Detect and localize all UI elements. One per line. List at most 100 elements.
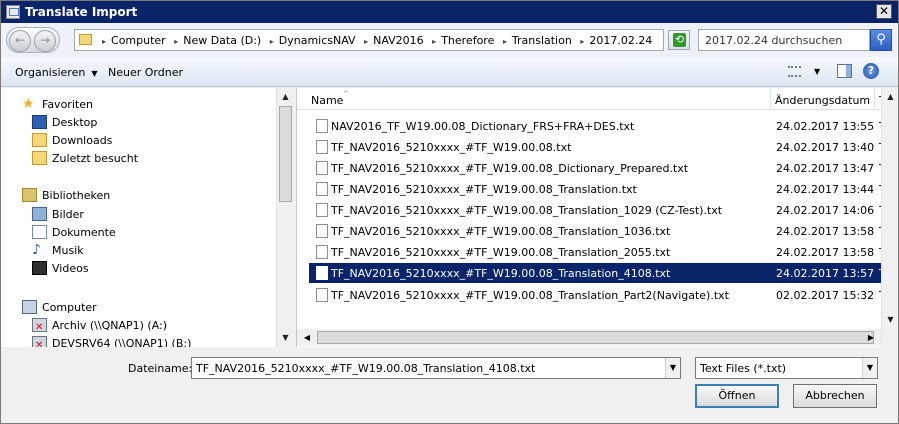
chevron-down-icon[interactable]: ▼ xyxy=(862,358,877,378)
nav-scrollbar[interactable]: ▲ ▼ xyxy=(276,88,293,347)
file-list-vscrollbar[interactable]: ▲ ▼ xyxy=(881,88,898,347)
nav-computer[interactable]: Computer xyxy=(1,299,276,317)
file-name: TF_NAV2016_5210xxxx_#TF_W19.00.08_Transl… xyxy=(331,289,729,302)
help-icon[interactable]: ? xyxy=(863,63,879,79)
column-divider[interactable] xyxy=(770,88,771,110)
close-button[interactable]: ✕ xyxy=(876,4,892,19)
nav-label: Favoriten xyxy=(42,98,93,111)
text-file-icon xyxy=(316,182,328,196)
breadcrumb-item[interactable]: New Data (D:) xyxy=(183,34,261,47)
file-name: TF_NAV2016_5210xxxx_#TF_W19.00.08_Dictio… xyxy=(331,162,689,175)
folder-icon xyxy=(79,34,92,45)
scroll-down-icon[interactable]: ▼ xyxy=(883,312,898,328)
cancel-button[interactable]: Abbrechen xyxy=(793,384,877,408)
navigation-pane: ★ Favoriten Desktop Downloads Zuletzt be… xyxy=(1,88,292,347)
scroll-left-icon[interactable]: ◀ xyxy=(299,330,315,345)
nav-item-drive-a[interactable]: Archiv (\\QNAP1) (A:) xyxy=(1,317,276,335)
chevron-down-icon[interactable]: ▼ xyxy=(665,358,680,378)
nav-item-recent[interactable]: Zuletzt besucht xyxy=(1,150,276,168)
file-list-hscrollbar[interactable]: ◀ ▶ xyxy=(297,329,881,346)
text-file-icon xyxy=(316,266,328,280)
documents-icon xyxy=(32,225,47,239)
text-file-icon xyxy=(316,288,328,302)
column-name[interactable]: Name xyxy=(311,94,343,107)
scroll-up-icon[interactable]: ▲ xyxy=(278,89,293,105)
star-icon: ★ xyxy=(22,96,35,112)
nav-item-music[interactable]: ♪ Musik xyxy=(1,242,276,260)
file-row[interactable]: NAV2016_TF_W19.00.08_Dictionary_FRS+FRA+… xyxy=(309,116,898,136)
nav-libraries[interactable]: Bibliotheken xyxy=(1,187,276,205)
filename-input[interactable]: TF_NAV2016_5210xxxx_#TF_W19.00.08_Transl… xyxy=(191,357,681,379)
scroll-thumb[interactable] xyxy=(317,331,874,344)
nav-item-drive-b[interactable]: DEVSRV64 (\\QNAP1) (B:) xyxy=(1,335,276,347)
nav-item-downloads[interactable]: Downloads xyxy=(1,132,276,150)
address-row: ← → ▸ Computer ▸ New Data (D:) ▸ DynamicsNA… xyxy=(1,23,898,57)
disconnected-drive-icon xyxy=(32,336,47,347)
file-date: 24.02.2017 13:58 xyxy=(776,225,875,238)
breadcrumb-item[interactable]: Therefore xyxy=(441,34,494,47)
breadcrumb-item[interactable]: Translation xyxy=(512,34,572,47)
search-icon[interactable]: ⚲ xyxy=(870,29,892,51)
breadcrumb-item[interactable]: NAV2016 xyxy=(373,34,424,47)
file-row[interactable]: TF_NAV2016_5210xxxx_#TF_W19.00.08_Transl… xyxy=(309,200,898,220)
nav-label: Bibliotheken xyxy=(42,189,111,202)
chevron-down-icon: ▼ xyxy=(91,69,98,78)
app-icon xyxy=(6,5,20,19)
nav-label: Archiv (\\QNAP1) (A:) xyxy=(52,319,168,332)
refresh-icon[interactable] xyxy=(668,30,690,50)
file-row[interactable]: TF_NAV2016_5210xxxx_#TF_W19.00.08_Transl… xyxy=(309,242,898,262)
text-file-icon xyxy=(316,161,328,175)
file-row[interactable]: TF_NAV2016_5210xxxx_#TF_W19.00.08_Transl… xyxy=(309,221,898,241)
scroll-down-icon[interactable]: ▼ xyxy=(278,330,293,346)
downloads-icon xyxy=(32,133,47,147)
file-name: TF_NAV2016_5210xxxx_#TF_W19.00.08_Transl… xyxy=(331,246,671,259)
view-options-icon[interactable] xyxy=(788,66,801,77)
breadcrumb-separator-icon: ▸ xyxy=(102,37,107,46)
scroll-up-icon[interactable]: ▲ xyxy=(883,89,898,105)
text-file-icon xyxy=(316,224,328,238)
forward-button[interactable]: → xyxy=(34,30,56,52)
text-file-icon xyxy=(316,203,328,217)
preview-pane-icon[interactable] xyxy=(837,64,852,78)
filetype-select[interactable]: Text Files (*.txt) xyxy=(695,357,878,379)
column-divider[interactable] xyxy=(874,88,875,110)
new-folder-button[interactable]: Neuer Ordner xyxy=(108,66,183,79)
nav-item-desktop[interactable]: Desktop xyxy=(1,114,276,132)
back-button[interactable]: ← xyxy=(9,30,31,52)
nav-item-pictures[interactable]: Bilder xyxy=(1,206,276,224)
breadcrumb[interactable]: ▸ Computer ▸ New Data (D:) ▸ DynamicsNAV ▸ N… xyxy=(74,29,664,51)
open-button[interactable]: Öffnen xyxy=(695,384,779,408)
file-row[interactable]: TF_NAV2016_5210xxxx_#TF_W19.00.08_Dictio… xyxy=(309,158,898,178)
chevron-down-icon[interactable]: ▼ xyxy=(814,67,820,76)
text-file-icon xyxy=(316,245,328,259)
search-input[interactable]: 2017.02.24 durchsuchen xyxy=(698,29,870,51)
library-icon xyxy=(22,188,37,202)
file-row-selected[interactable]: TF_NAV2016_5210xxxx_#TF_W19.00.08_Transl… xyxy=(309,263,898,283)
nav-item-documents[interactable]: Dokumente xyxy=(1,224,276,242)
text-file-icon xyxy=(316,119,328,133)
file-row[interactable]: TF_NAV2016_5210xxxx_#TF_W19.00.08.txt 24… xyxy=(309,137,898,157)
title-bar: Translate Import ✕ xyxy=(1,1,898,23)
breadcrumb-separator-icon: ▸ xyxy=(580,37,585,46)
nav-label: Zuletzt besucht xyxy=(52,152,139,165)
breadcrumb-item[interactable]: 2017.02.24 xyxy=(589,34,652,47)
file-row[interactable]: TF_NAV2016_5210xxxx_#TF_W19.00.08_Transl… xyxy=(309,285,898,305)
nav-item-videos[interactable]: Videos xyxy=(1,260,276,278)
breadcrumb-item[interactable]: DynamicsNAV xyxy=(279,34,356,47)
file-date: 24.02.2017 13:47 xyxy=(776,162,875,175)
file-name: TF_NAV2016_5210xxxx_#TF_W19.00.08_Transl… xyxy=(331,183,637,196)
file-date: 24.02.2017 13:40 xyxy=(776,141,875,154)
filename-label: Dateiname: xyxy=(128,362,193,375)
breadcrumb-item[interactable]: Computer xyxy=(111,34,166,47)
organize-button[interactable]: Organisieren ▼ xyxy=(15,66,97,79)
file-row[interactable]: TF_NAV2016_5210xxxx_#TF_W19.00.08_Transl… xyxy=(309,179,898,199)
file-name: NAV2016_TF_W19.00.08_Dictionary_FRS+FRA+… xyxy=(331,120,635,133)
column-date[interactable]: Änderungsdatum xyxy=(775,94,870,107)
scroll-right-icon[interactable]: ▶ xyxy=(863,330,879,345)
file-list: ^ Name Änderungsdatum Typ NAV2016_TF_W19… xyxy=(296,88,898,347)
text-file-icon xyxy=(316,140,328,154)
nav-favorites[interactable]: ★ Favoriten xyxy=(1,96,276,114)
nav-label: Desktop xyxy=(52,116,98,129)
file-date: 24.02.2017 13:55 xyxy=(776,120,875,133)
scroll-thumb[interactable] xyxy=(279,106,292,202)
